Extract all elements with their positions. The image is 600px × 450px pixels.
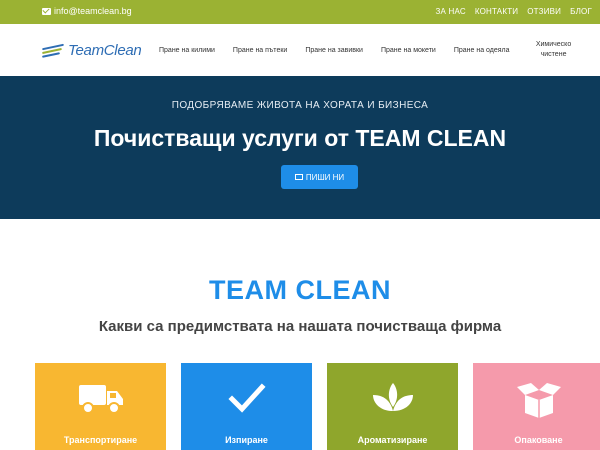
section-subtitle: Какви са предимствата на нашата почиства… xyxy=(98,318,502,335)
feature-label: Изпиране xyxy=(225,435,268,445)
write-us-label: ПИШИ НИ xyxy=(305,172,345,182)
truck-icon xyxy=(78,385,123,414)
section-title: TEAM CLEAN xyxy=(209,275,391,305)
feature-label: Опаковане xyxy=(514,435,563,445)
box-icon xyxy=(516,383,561,418)
nav-item-rugs[interactable]: Пране на мокети xyxy=(381,47,436,54)
nav-item-dry-cleaning[interactable]: Химическо чистене xyxy=(528,40,580,60)
feature-card-packing[interactable]: Опаковане xyxy=(473,363,600,450)
toplink-blog[interactable]: БЛОГ xyxy=(570,7,592,16)
write-us-button[interactable]: ПИШИ НИ xyxy=(281,165,358,189)
toplink-contacts[interactable]: КОНТАКТИ xyxy=(475,7,518,16)
hero-banner: ПОДОБРЯВАМЕ ЖИВОТА НА ХОРАТА И БИЗНЕСА П… xyxy=(0,76,600,219)
logo-text: TeamClean xyxy=(68,42,142,59)
nav-item-blankets[interactable]: Пране на одеяла xyxy=(454,47,510,54)
hero-title: Почистващи услуги от TEAM CLEAN xyxy=(93,125,507,151)
top-bar: info@teamclean.bg ЗА НАС КОНТАКТИ ОТЗИВИ… xyxy=(0,0,600,24)
feature-label: Ароматизиране xyxy=(357,435,428,445)
nav-item-carpets[interactable]: Пране на килими xyxy=(159,47,215,54)
top-links: ЗА НАС КОНТАКТИ ОТЗИВИ БЛОГ xyxy=(436,7,593,16)
leaf-icon xyxy=(372,383,413,411)
feature-card-scenting[interactable]: Ароматизиране xyxy=(327,363,458,450)
toplink-about[interactable]: ЗА НАС xyxy=(436,7,466,16)
feature-label: Транспортиране xyxy=(63,435,138,445)
contact-email[interactable]: info@teamclean.bg xyxy=(42,6,132,16)
email-text[interactable]: info@teamclean.bg xyxy=(54,6,132,16)
nav-item-duvets[interactable]: Пране на завивки xyxy=(305,47,363,54)
toplink-reviews[interactable]: ОТЗИВИ xyxy=(527,7,561,16)
checkmark-icon xyxy=(227,383,266,413)
feature-card-transport[interactable]: Транспортиране xyxy=(35,363,166,450)
nav-item-runners[interactable]: Пране на пътеки xyxy=(233,47,287,54)
envelope-icon xyxy=(42,7,51,15)
envelope-icon xyxy=(294,174,303,180)
feature-cards: Транспортиране Изпиране Ароматизиране Оп… xyxy=(35,363,600,450)
logo-stripes-icon xyxy=(41,43,66,58)
main-navbar: TeamClean Пране на килими Пране на пътек… xyxy=(0,24,600,77)
main-menu: Пране на килими Пране на пътеки Пране на… xyxy=(150,24,589,76)
feature-card-washing[interactable]: Изпиране xyxy=(181,363,312,450)
hero-subtitle: ПОДОБРЯВАМЕ ЖИВОТА НА ХОРАТА И БИЗНЕСА xyxy=(171,100,429,111)
site-logo[interactable]: TeamClean xyxy=(41,42,142,59)
